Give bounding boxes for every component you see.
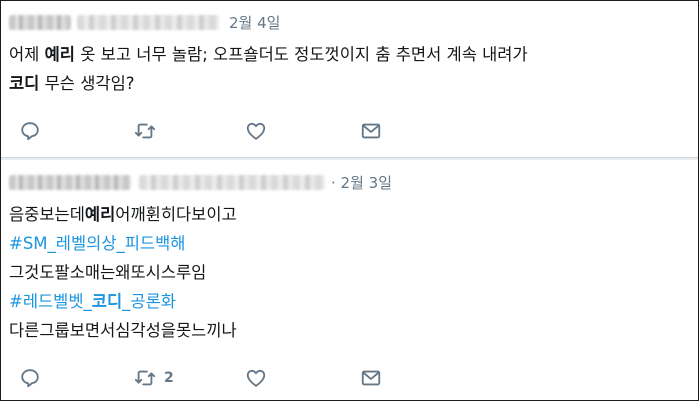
tweet-actions: [1, 119, 698, 143]
like-button[interactable]: [245, 366, 267, 390]
like-icon: [246, 369, 266, 387]
message-icon: [361, 370, 381, 386]
reply-icon: [21, 122, 39, 141]
tweet-text-line: 다른그룹보면서심각성을못느끼나: [9, 321, 237, 340]
message-button[interactable]: [360, 119, 382, 143]
tweet-text-line: 어제 예리 옷 보고 너무 놀람; 오프숄더도 정도껏이지 춤 추면서 계속 내…: [9, 45, 528, 64]
tweet-actions: 2: [1, 366, 698, 390]
retweet-button[interactable]: [134, 119, 156, 143]
tweet-2[interactable]: · 2월 3일 음중보는데예리어깨휜히다보이고 #SM_레벨의상_피드백해 그것…: [1, 159, 698, 400]
reply-icon: [21, 369, 39, 388]
screenshot-frame: 2월 4일 어제 예리 옷 보고 너무 놀람; 오프숄더도 정도껏이지 춤 추면…: [0, 0, 699, 401]
retweet-icon: [134, 123, 156, 139]
blurred-handle: [139, 175, 325, 190]
like-button[interactable]: [245, 119, 267, 143]
tweet-text: 어제 예리 옷 보고 너무 놀람; 오프숄더도 정도껏이지 춤 추면서 계속 내…: [9, 40, 690, 98]
blurred-display-name: [9, 175, 131, 190]
retweet-button[interactable]: 2: [134, 366, 174, 390]
tweet-header: · 2월 3일: [9, 172, 392, 193]
tweet-text-line: 그것도팔소매는왜또시스루임: [9, 263, 207, 282]
tweet-text: 음중보는데예리어깨휜히다보이고 #SM_레벨의상_피드백해 그것도팔소매는왜또시…: [9, 200, 690, 345]
message-button[interactable]: [360, 366, 382, 390]
tweet-1[interactable]: 2월 4일 어제 예리 옷 보고 너무 놀람; 오프숄더도 정도껏이지 춤 추면…: [1, 1, 698, 157]
blurred-handle: [77, 15, 219, 30]
tweet-text-line: 코디 무슨 생각임?: [9, 74, 135, 93]
hashtag-link[interactable]: #SM_레벨의상_피드백해: [9, 229, 690, 258]
retweet-count: 2: [164, 370, 174, 386]
message-icon: [361, 123, 381, 139]
reply-button[interactable]: [19, 366, 41, 390]
hashtag-link[interactable]: #레드벨벳_코디_공론화: [9, 287, 690, 316]
tweet-date[interactable]: 2월 4일: [229, 12, 280, 33]
tweet-date[interactable]: · 2월 3일: [331, 172, 392, 193]
retweet-icon: [134, 370, 156, 386]
tweet-header: 2월 4일: [9, 12, 280, 33]
tweet-text-line: 음중보는데예리어깨휜히다보이고: [9, 205, 237, 224]
like-icon: [246, 122, 266, 140]
blurred-display-name: [9, 15, 71, 30]
reply-button[interactable]: [19, 119, 41, 143]
